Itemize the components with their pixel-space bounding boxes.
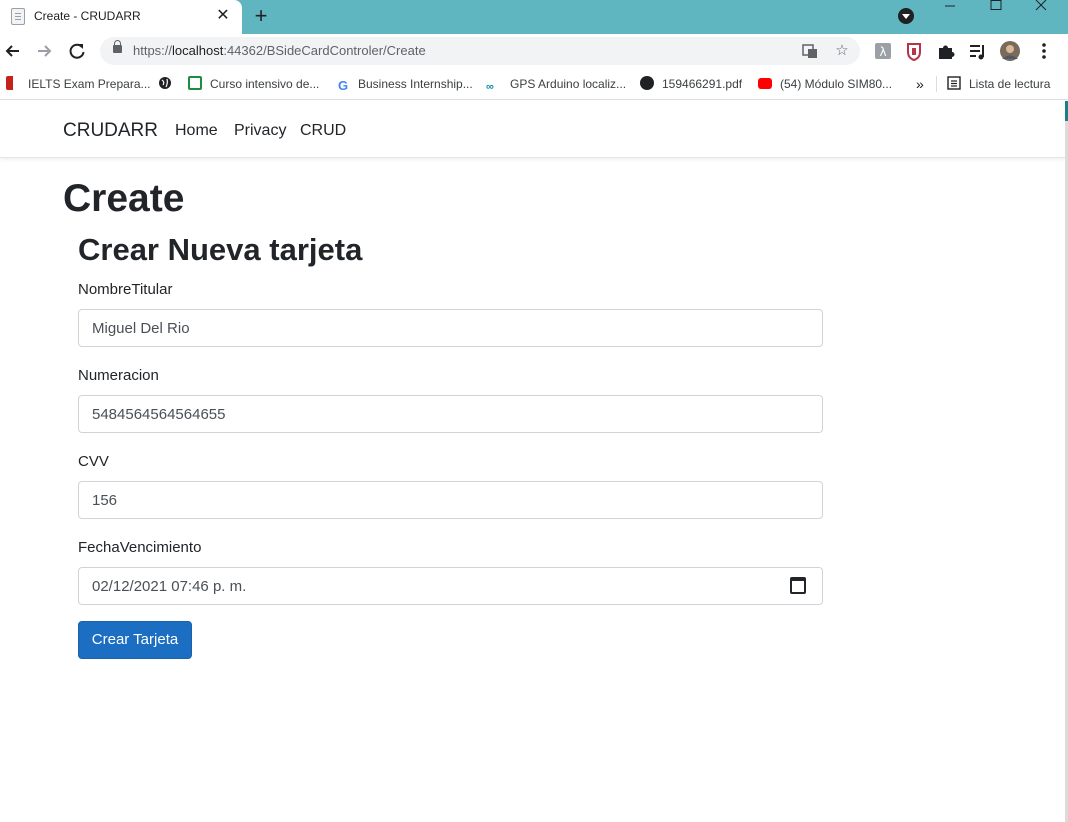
nav-link-home[interactable]: Home: [175, 122, 218, 140]
reload-icon[interactable]: [66, 40, 88, 62]
close-window-button[interactable]: [1019, 0, 1065, 22]
address-bar[interactable]: https://localhost:44362/BSideCardControl…: [100, 37, 860, 65]
cvv-label: CVV: [78, 453, 109, 470]
crear-tarjeta-button[interactable]: Crear Tarjeta: [78, 621, 192, 659]
profile-avatar[interactable]: [999, 40, 1021, 62]
bookmarks-divider: [936, 76, 937, 92]
bookmark-item[interactable]: 159466291.pdf: [640, 75, 742, 93]
forward-icon[interactable]: [33, 40, 55, 62]
cvv-value: 156: [92, 492, 118, 509]
nombre-titular-value: Miguel Del Rio: [92, 320, 190, 337]
bookmark-item[interactable]: Curso intensivo de...: [188, 75, 319, 93]
calendar-icon[interactable]: [790, 577, 806, 594]
maximize-button[interactable]: [973, 0, 1019, 22]
svg-text:λ: λ: [879, 45, 886, 59]
tab-title: Create - CRUDARR: [34, 9, 141, 23]
reading-list-icon: [947, 76, 961, 90]
nav-link-privacy[interactable]: Privacy: [234, 122, 286, 140]
more-menu-icon[interactable]: [1033, 40, 1055, 62]
tab-search-icon[interactable]: [898, 8, 914, 24]
bookmark-item[interactable]: ∞ GPS Arduino localiz...: [486, 75, 626, 93]
fecha-vencimiento-value: 02/12/2021 07:46 p. m.: [92, 578, 247, 595]
globe-icon: [640, 76, 654, 90]
bookmark-item[interactable]: (54) Módulo SIM80...: [758, 75, 892, 93]
translate-icon[interactable]: [800, 41, 820, 61]
minimize-button[interactable]: [927, 0, 973, 22]
reading-list-button[interactable]: Lista de lectura: [947, 75, 1050, 93]
numeracion-label: Numeracion: [78, 367, 159, 384]
numeracion-value: 5484564564564655: [92, 406, 226, 423]
bookmark-item[interactable]: IELTS Exam Prepara...: [6, 75, 151, 93]
fecha-vencimiento-label: FechaVencimiento: [78, 539, 202, 556]
lambda-extension-icon[interactable]: λ: [872, 40, 894, 62]
url-text: https://localhost:44362/BSideCardControl…: [133, 43, 426, 58]
extensions-puzzle-icon[interactable]: [935, 40, 957, 62]
form-title: Crear Nueva tarjeta: [78, 232, 363, 267]
bookmarks-bar: IELTS Exam Prepara... Curso intensivo de…: [0, 68, 1068, 100]
new-tab-button[interactable]: +: [250, 5, 272, 27]
slides-icon: [188, 76, 202, 90]
back-icon[interactable]: [2, 40, 24, 62]
youtube-icon: [758, 78, 772, 89]
media-queue-icon[interactable]: [967, 40, 989, 62]
numeracion-input[interactable]: 5484564564564655: [78, 395, 823, 433]
nav-link-crud[interactable]: CRUD: [300, 122, 346, 140]
cvv-input[interactable]: 156: [78, 481, 823, 519]
bookmark-star-icon[interactable]: ☆: [832, 41, 852, 61]
globe-icon[interactable]: [158, 75, 172, 93]
browser-tab-strip: Create - CRUDARR ✕ +: [0, 0, 1068, 34]
bookmark-item[interactable]: G Business Internship...: [336, 75, 473, 93]
nombre-titular-label: NombreTitular: [78, 281, 173, 298]
nombre-titular-input[interactable]: Miguel Del Rio: [78, 309, 823, 347]
page-viewport: CRUDARR Home Privacy CRUD Create Crear N…: [0, 101, 1065, 822]
close-tab-icon[interactable]: ✕: [214, 6, 232, 26]
arduino-icon: ∞: [486, 81, 494, 93]
browser-tab[interactable]: Create - CRUDARR ✕: [0, 0, 242, 34]
browser-toolbar: https://localhost:44362/BSideCardControl…: [0, 34, 1068, 68]
grid-app-icon: [6, 76, 20, 90]
shield-extension-icon[interactable]: [903, 40, 925, 62]
lock-icon[interactable]: [113, 40, 122, 53]
google-icon: G: [337, 78, 349, 93]
fecha-vencimiento-input[interactable]: 02/12/2021 07:46 p. m.: [78, 567, 823, 605]
navbar-brand[interactable]: CRUDARR: [63, 120, 158, 142]
page-favicon-icon: [11, 8, 25, 25]
bookmarks-overflow-button[interactable]: »: [916, 75, 924, 93]
site-navbar: CRUDARR Home Privacy CRUD: [0, 101, 1065, 158]
page-title: Create: [63, 177, 185, 220]
